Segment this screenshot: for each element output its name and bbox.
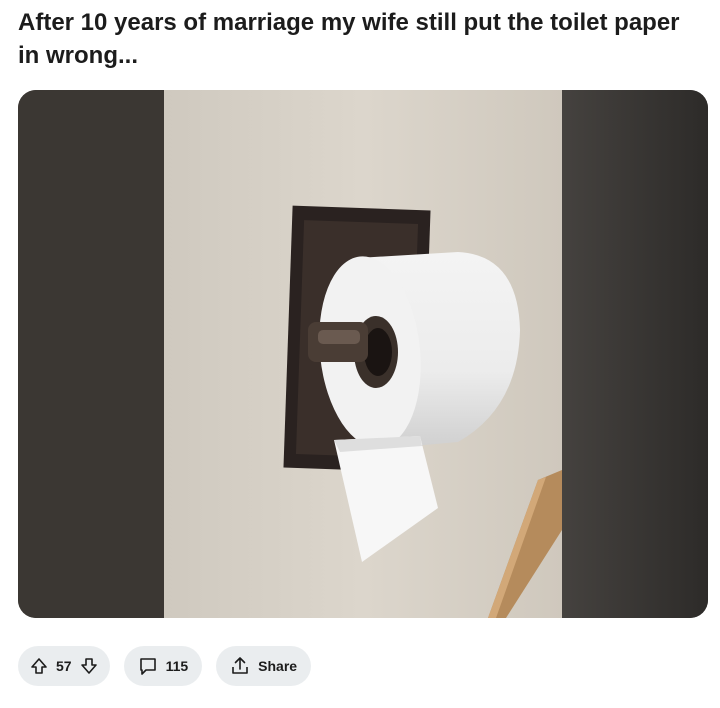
share-button[interactable]: Share [216,646,312,686]
share-label: Share [258,658,298,674]
share-upload-icon [230,656,250,676]
comments-button[interactable]: 115 [123,646,203,686]
comment-count: 115 [165,658,189,674]
arrow-up-icon[interactable] [30,657,48,675]
post-image[interactable] [18,90,708,618]
vote-count: 57 [56,658,72,674]
vote-control: 57 [18,646,110,686]
arrow-down-icon[interactable] [80,657,98,675]
toilet-paper-photo [18,90,708,618]
post-title[interactable]: After 10 years of marriage my wife still… [18,6,698,72]
comment-bubble-icon [138,656,158,676]
post-actions-bar: 57 115 Share [18,646,312,686]
